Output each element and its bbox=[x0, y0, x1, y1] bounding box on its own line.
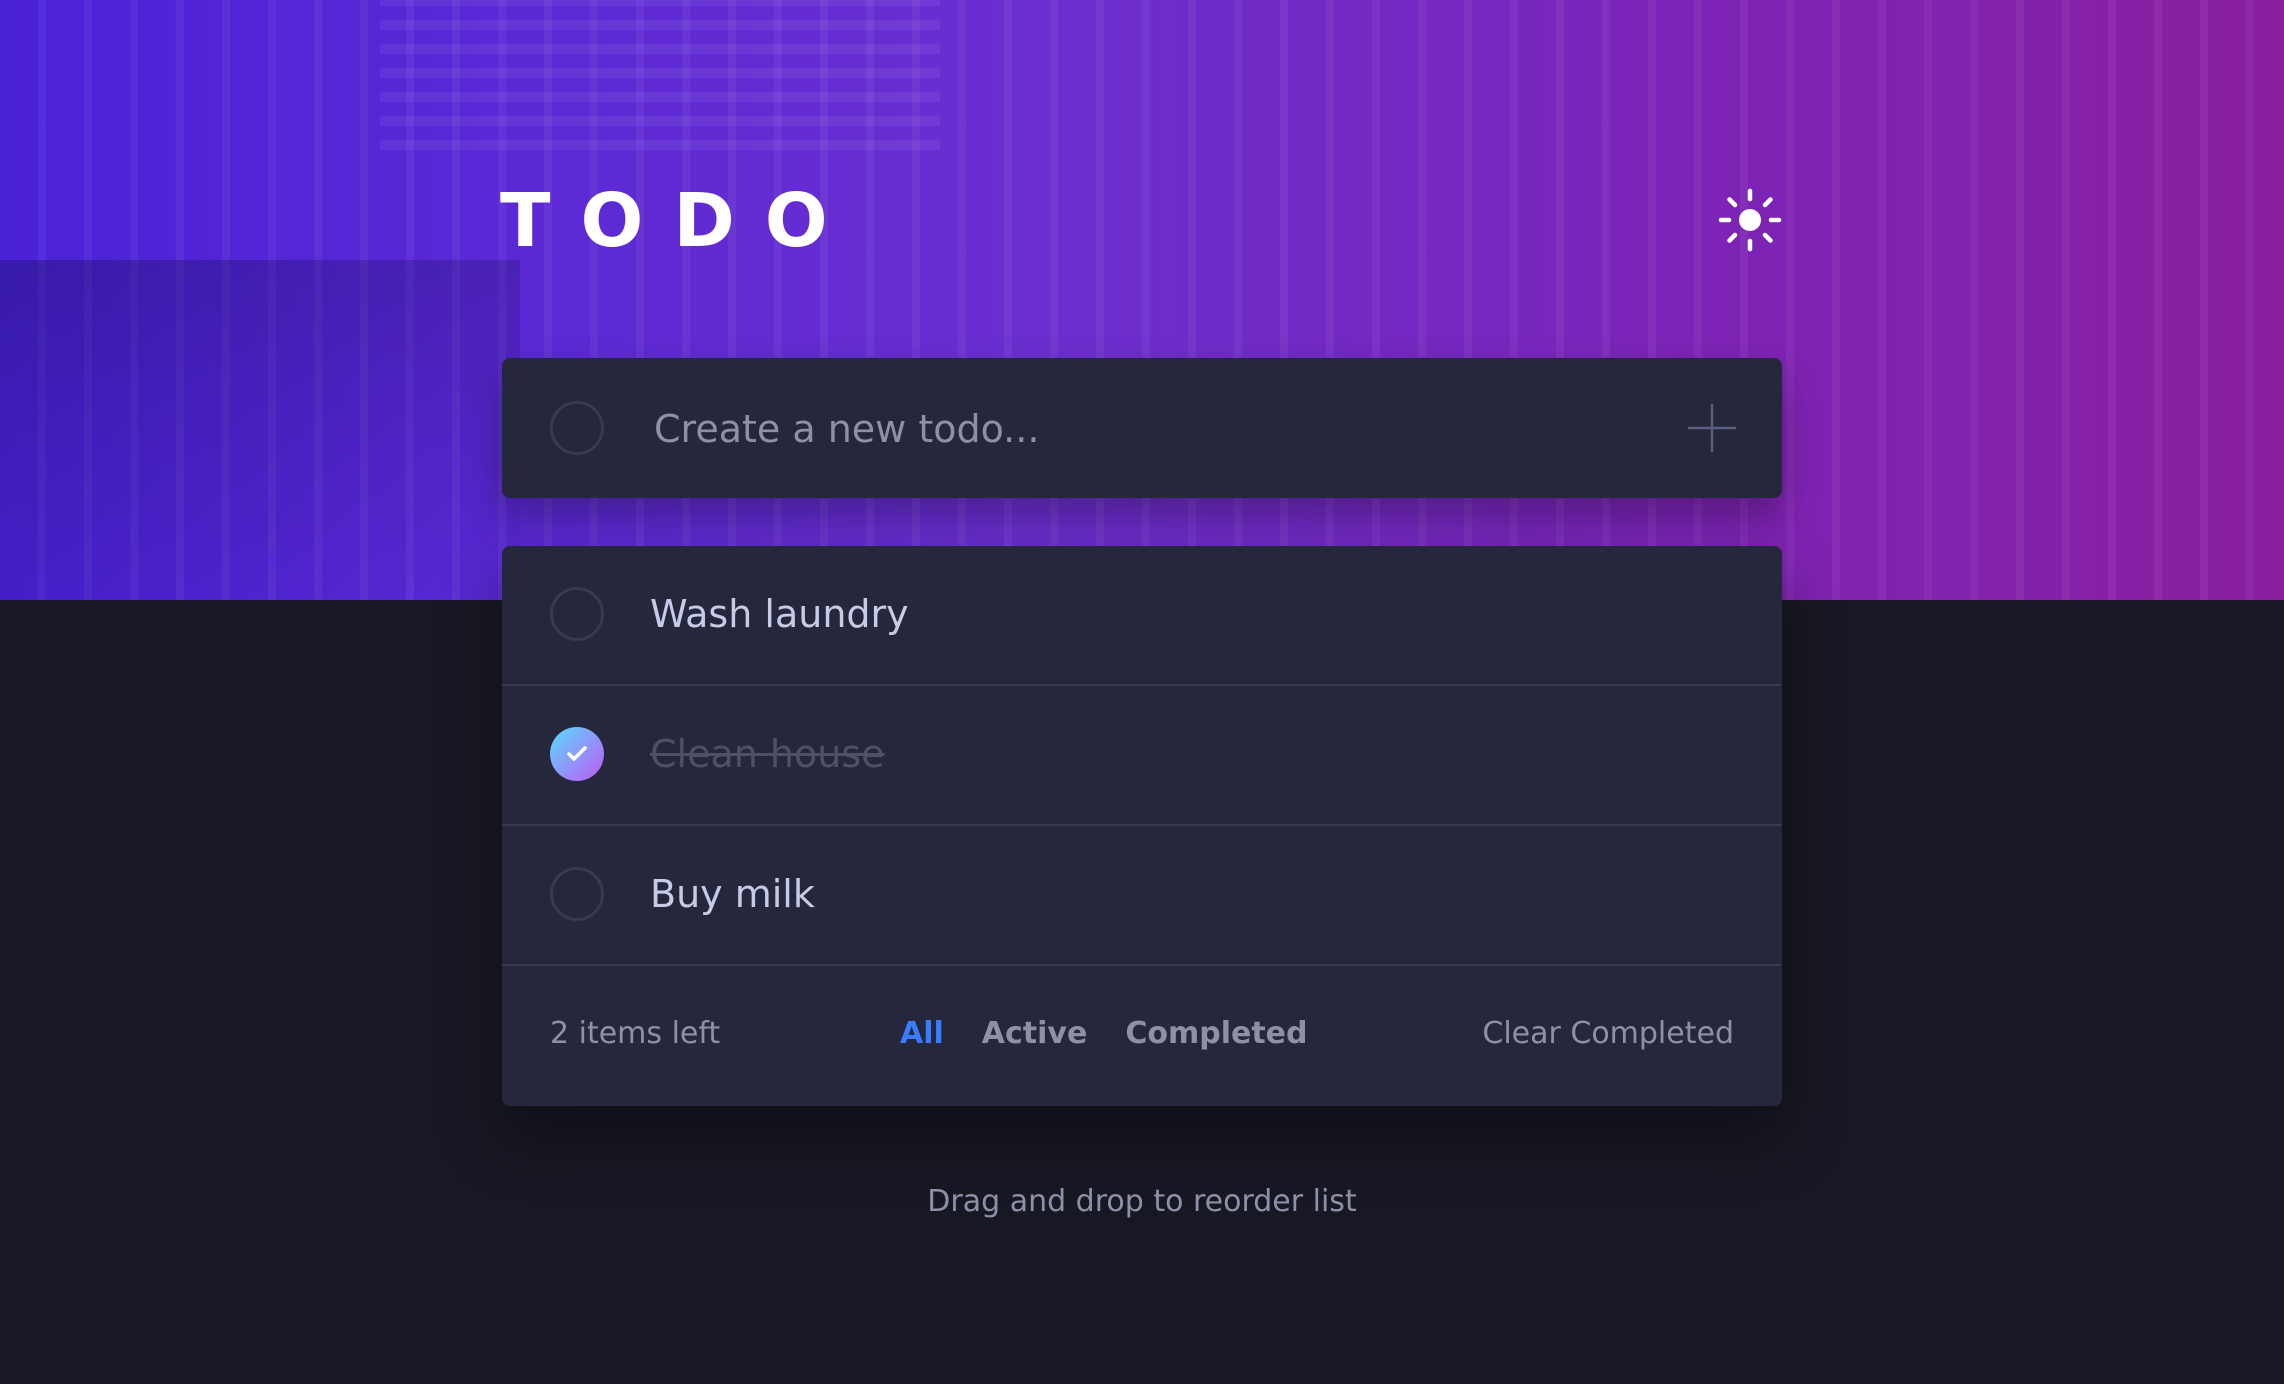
new-todo-input[interactable] bbox=[652, 394, 1656, 464]
app-title: TODO bbox=[500, 178, 858, 264]
todo-checkbox[interactable] bbox=[550, 587, 604, 641]
items-left-count: 2 items left bbox=[550, 1016, 721, 1051]
todo-text: Clean house bbox=[650, 732, 885, 776]
filter-group: All Active Completed bbox=[900, 1012, 1307, 1056]
todo-checkbox-checked[interactable] bbox=[550, 727, 604, 781]
check-icon bbox=[567, 746, 587, 761]
todo-list: Wash laundry Clean house Buy milk 2 item… bbox=[502, 546, 1782, 1106]
todo-checkbox[interactable] bbox=[550, 867, 604, 921]
todo-text: Wash laundry bbox=[650, 592, 909, 636]
list-footer: 2 items left All Active Completed Clear … bbox=[502, 966, 1782, 1106]
todo-text: Buy milk bbox=[650, 872, 815, 916]
new-todo-checkbox[interactable] bbox=[550, 401, 604, 455]
clear-completed-button[interactable]: Clear Completed bbox=[1482, 1012, 1734, 1056]
sun-icon bbox=[1718, 188, 1782, 252]
todo-item[interactable]: Clean house bbox=[502, 686, 1782, 826]
plus-icon bbox=[1688, 404, 1736, 452]
filter-active[interactable]: Active bbox=[982, 1012, 1088, 1056]
new-todo-bar bbox=[502, 358, 1782, 498]
add-todo-button[interactable] bbox=[1682, 398, 1742, 458]
todo-item[interactable]: Buy milk bbox=[502, 826, 1782, 966]
drag-drop-hint: Drag and drop to reorder list bbox=[927, 1184, 1357, 1219]
filter-completed[interactable]: Completed bbox=[1125, 1012, 1307, 1056]
filter-all[interactable]: All bbox=[900, 1012, 944, 1056]
hero-background bbox=[0, 0, 2284, 600]
todo-item[interactable]: Wash laundry bbox=[502, 546, 1782, 686]
theme-toggle-button[interactable] bbox=[1716, 186, 1784, 254]
